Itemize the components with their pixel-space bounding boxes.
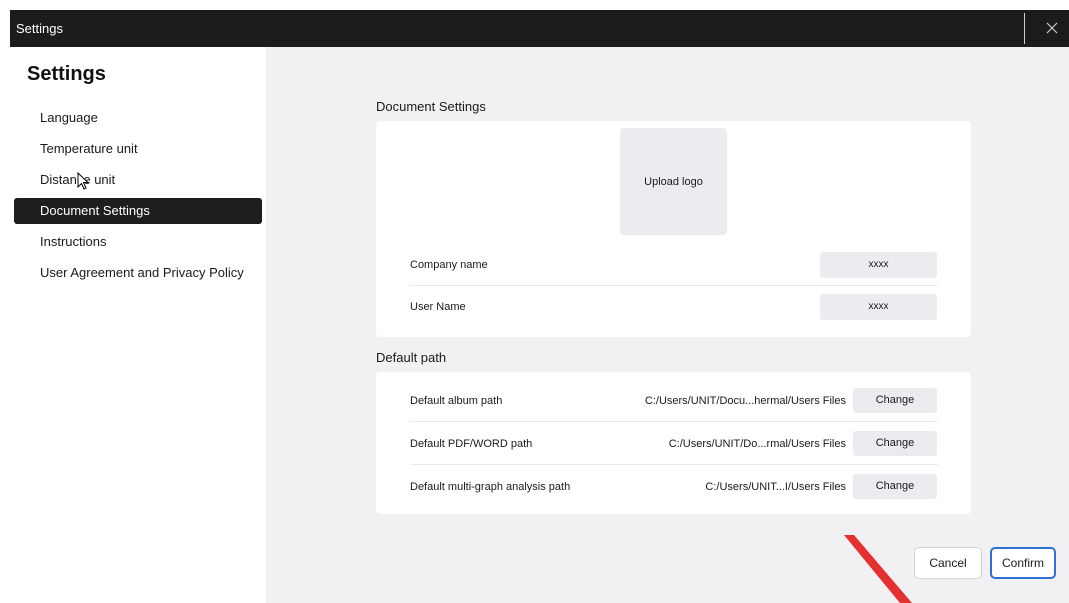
window-titlebar: Settings bbox=[10, 10, 1069, 47]
settings-sidebar: Settings Language Temperature unit Dista… bbox=[10, 47, 267, 603]
upload-logo-label: Upload logo bbox=[644, 175, 703, 188]
album-path-label: Default album path bbox=[410, 395, 503, 407]
sidebar-item-document-settings[interactable]: Document Settings bbox=[14, 198, 262, 224]
multi-graph-path-change-button[interactable]: Change bbox=[853, 474, 937, 499]
close-icon[interactable] bbox=[1043, 19, 1061, 37]
company-name-label: Company name bbox=[410, 259, 488, 271]
sidebar-item-language[interactable]: Language bbox=[14, 105, 262, 131]
confirm-button[interactable]: Confirm bbox=[990, 547, 1056, 579]
pdf-word-path-label: Default PDF/WORD path bbox=[410, 438, 533, 450]
sidebar-heading: Settings bbox=[27, 63, 106, 85]
sidebar-item-user-agreement[interactable]: User Agreement and Privacy Policy bbox=[14, 260, 262, 286]
settings-content: Document Settings Upload logo Company na… bbox=[267, 47, 1069, 603]
row-divider bbox=[410, 421, 938, 422]
window-title: Settings bbox=[16, 21, 63, 36]
row-divider bbox=[410, 464, 938, 465]
pdf-word-path-change-button[interactable]: Change bbox=[853, 431, 937, 456]
sidebar-item-temperature-unit[interactable]: Temperature unit bbox=[14, 136, 262, 162]
cancel-button[interactable]: Cancel bbox=[914, 547, 982, 579]
row-divider bbox=[410, 285, 938, 286]
upload-logo-button[interactable]: Upload logo bbox=[620, 128, 727, 235]
default-path-card: Default album path C:/Users/UNIT/Docu...… bbox=[376, 372, 971, 514]
default-path-title: Default path bbox=[376, 350, 447, 365]
company-name-field[interactable]: xxxx bbox=[820, 252, 937, 278]
user-name-field[interactable]: xxxx bbox=[820, 294, 937, 320]
titlebar-divider bbox=[1024, 13, 1025, 44]
document-settings-title: Document Settings bbox=[376, 99, 486, 114]
sidebar-item-distance-unit[interactable]: Distance unit bbox=[14, 167, 262, 193]
sidebar-item-instructions[interactable]: Instructions bbox=[14, 229, 262, 255]
album-path-change-button[interactable]: Change bbox=[853, 388, 937, 413]
multi-graph-path-value: C:/Users/UNIT...I/Users Files bbox=[705, 481, 846, 493]
user-name-label: User Name bbox=[410, 301, 466, 313]
document-settings-card: Upload logo Company name xxxx User Name … bbox=[376, 121, 971, 337]
pdf-word-path-value: C:/Users/UNIT/Do...rmal/Users Files bbox=[668, 438, 846, 450]
album-path-value: C:/Users/UNIT/Docu...hermal/Users Files bbox=[644, 395, 846, 407]
multi-graph-path-label: Default multi-graph analysis path bbox=[410, 481, 571, 493]
mouse-pointer-icon bbox=[77, 171, 91, 192]
